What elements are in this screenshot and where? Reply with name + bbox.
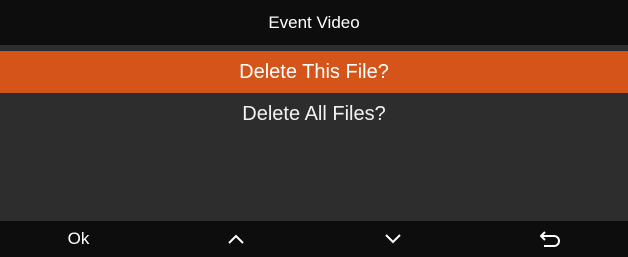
menu-item-delete-this-file[interactable]: Delete This File? (0, 51, 628, 93)
back-button[interactable] (471, 221, 628, 257)
ok-label: Ok (67, 229, 90, 248)
menu-item-delete-all-files[interactable]: Delete All Files? (0, 93, 628, 135)
device-screen: Event Video Delete This File? Delete All… (0, 0, 628, 257)
chevron-down-icon (384, 234, 401, 244)
back-arrow-icon (539, 231, 560, 247)
down-button[interactable] (314, 221, 471, 257)
button-bar: Ok (0, 221, 628, 257)
title-bar: Event Video (0, 0, 628, 45)
page-title: Event Video (268, 12, 360, 32)
ok-button[interactable]: Ok (0, 221, 157, 257)
delete-menu: Delete This File? Delete All Files? (0, 51, 628, 135)
menu-item-label: Delete All Files? (242, 102, 386, 125)
chevron-up-icon (227, 234, 244, 244)
up-button[interactable] (157, 221, 314, 257)
menu-item-label: Delete This File? (239, 60, 389, 83)
